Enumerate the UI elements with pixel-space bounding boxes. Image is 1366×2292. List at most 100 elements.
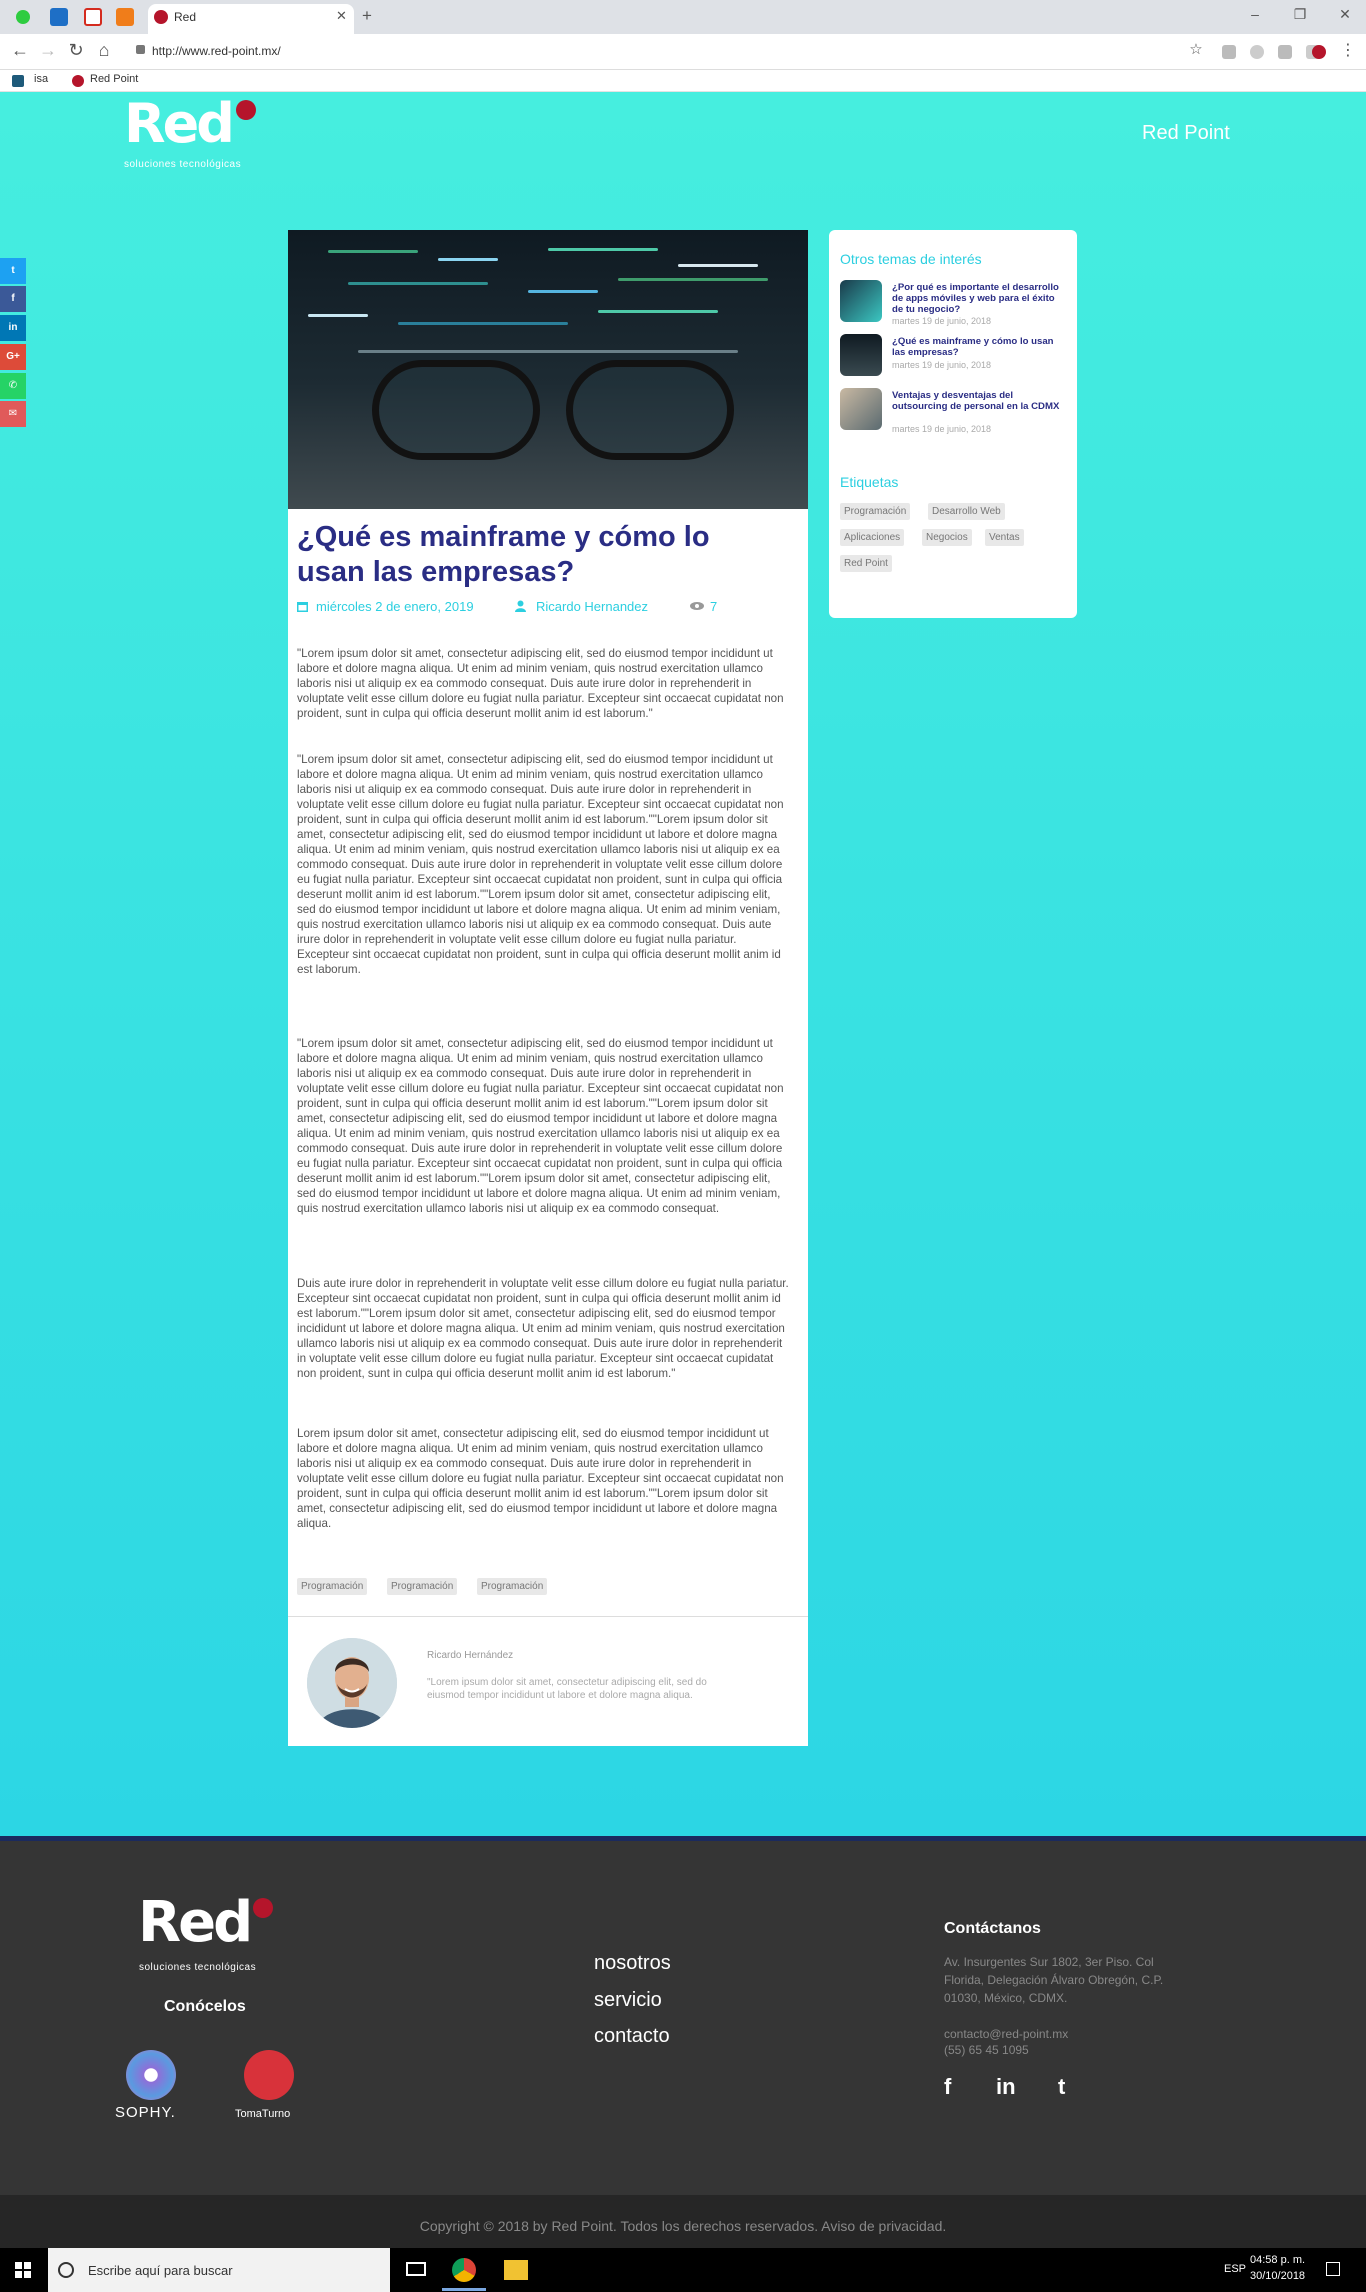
related-link[interactable]: ¿Qué es mainframe y cómo lo usan las emp…: [892, 336, 1062, 358]
home-icon[interactable]: ⌂: [92, 40, 116, 61]
share-facebook-icon[interactable]: f: [0, 286, 26, 312]
article-tag[interactable]: Programación: [297, 1578, 368, 1595]
author-divider: [288, 1616, 808, 1617]
share-google-plus-icon[interactable]: G+: [0, 344, 26, 370]
profile-avatar-icon[interactable]: [1312, 45, 1326, 59]
article-paragraph: "Lorem ipsum dolor sit amet, consectetur…: [297, 1037, 784, 1215]
related-thumbnail[interactable]: [840, 388, 882, 430]
eye-icon: [690, 602, 704, 610]
bookmark-isa-icon: [12, 75, 24, 87]
share-linkedin-icon[interactable]: in: [0, 315, 26, 341]
article-paragraph: "Lorem ipsum dolor sit amet, consectetur…: [297, 647, 784, 720]
clock-time[interactable]: 04:58 p. m.: [1250, 2254, 1305, 2266]
article-author[interactable]: Ricardo Hernandez: [536, 599, 648, 614]
lock-icon: [136, 45, 145, 54]
cortana-icon[interactable]: [58, 2262, 74, 2278]
forward-icon[interactable]: →: [36, 40, 60, 61]
article-paragraph: Lorem ipsum dolor sit amet, consectetur …: [297, 1427, 784, 1530]
article-paragraph: Duis aute irure dolor in reprehenderit i…: [297, 1277, 789, 1380]
file-explorer-icon[interactable]: [504, 2260, 528, 2280]
tab-title[interactable]: Red: [174, 10, 196, 24]
bookmark-redpoint-icon: [72, 75, 84, 87]
taskbar-search-placeholder[interactable]: Escribe aquí para buscar: [88, 2263, 233, 2278]
user-icon: [515, 600, 526, 612]
footer-nav-contacto[interactable]: contacto: [594, 2025, 670, 2048]
share-whatsapp-icon[interactable]: ✆: [0, 373, 26, 399]
header-logo-dot: [236, 100, 256, 120]
bookmark-isa[interactable]: isa: [34, 73, 48, 85]
task-view-icon[interactable]: [406, 2262, 426, 2276]
menu-kebab-icon[interactable]: ⋮: [1336, 40, 1360, 60]
extension-icon[interactable]: [1250, 45, 1264, 59]
acrobat-pinned-icon[interactable]: [84, 8, 102, 26]
clock-date[interactable]: 30/10/2018: [1250, 2270, 1305, 2282]
back-icon[interactable]: ←: [8, 40, 32, 61]
address-bar[interactable]: http://www.red-point.mx/: [152, 44, 281, 58]
sophy-label[interactable]: SOPHY.: [115, 2104, 176, 2121]
extension-icon[interactable]: [1278, 45, 1292, 59]
sidebar: Otros temas de interés ¿Por qué es impor…: [829, 230, 1077, 618]
brand-link[interactable]: Red Point: [1142, 122, 1230, 145]
reload-icon[interactable]: ↻: [64, 40, 88, 61]
linkedin-icon[interactable]: in: [996, 2074, 1016, 2100]
bookmarks-bar: isa Red Point: [0, 70, 1366, 92]
notifications-icon[interactable]: [1326, 2262, 1340, 2276]
sidebar-tag[interactable]: Red Point: [840, 555, 892, 572]
copyright: Copyright © 2018 by Red Point. Todos los…: [419, 2218, 947, 2234]
extension-icon[interactable]: [1222, 45, 1236, 59]
related-link[interactable]: Ventajas y desventajas del outsourcing d…: [892, 390, 1062, 412]
sophy-logo-icon[interactable]: [126, 2050, 176, 2100]
related-date: martes 19 de junio, 2018: [892, 424, 992, 434]
footer-logo-dot: [253, 1898, 273, 1918]
close-tab-icon[interactable]: ✕: [336, 8, 347, 24]
article-card: ¿Qué es mainframe y cómo lo usan las emp…: [288, 230, 808, 1746]
related-link[interactable]: ¿Por qué es importante el desarrollo de …: [892, 282, 1062, 315]
language-indicator[interactable]: ESP: [1224, 2263, 1246, 2275]
author-bio: "Lorem ipsum dolor sit amet, consectetur…: [427, 1677, 707, 1701]
article-title: ¿Qué es mainframe y cómo lo usan las emp…: [297, 521, 710, 588]
facebook-icon[interactable]: f: [944, 2074, 951, 2100]
share-email-icon[interactable]: ✉: [0, 401, 26, 427]
red-favicon-icon: [154, 10, 168, 24]
calendar-icon: [297, 602, 308, 612]
footer-nav-nosotros[interactable]: nosotros: [594, 1952, 671, 1975]
chrome-taskbar-icon[interactable]: [452, 2258, 476, 2282]
related-title: Otros temas de interés: [840, 251, 982, 267]
twitter-icon[interactable]: t: [1058, 2074, 1065, 2100]
footer-logo[interactable]: Red: [138, 1892, 253, 1954]
related-thumbnail[interactable]: [840, 334, 882, 376]
tomaturno-label[interactable]: TomaTurno: [235, 2108, 290, 2120]
windows-taskbar: Escribe aquí para buscar ESP 04:58 p. m.…: [0, 2248, 1366, 2292]
glasses-lens-left: [372, 360, 540, 460]
sidebar-tag[interactable]: Aplicaciones: [840, 529, 905, 546]
bookmark-star-icon[interactable]: ☆: [1184, 40, 1208, 58]
article-views: 7: [710, 599, 718, 614]
header-logo[interactable]: Red: [124, 94, 235, 154]
share-twitter-icon[interactable]: t: [0, 258, 26, 284]
sidebar-tag[interactable]: Programación: [840, 503, 911, 520]
author-name: Ricardo Hernández: [427, 1650, 514, 1661]
windows-start-icon[interactable]: [15, 2262, 31, 2278]
restore-icon[interactable]: ❐: [1285, 6, 1315, 23]
sidebar-tag[interactable]: Desarrollo Web: [928, 503, 1005, 520]
outlook-pinned-icon[interactable]: [50, 8, 68, 26]
new-tab-icon[interactable]: +: [362, 6, 372, 26]
bookmark-redpoint[interactable]: Red Point: [90, 73, 138, 85]
extension-pinned-icon[interactable]: [116, 8, 134, 26]
close-window-icon[interactable]: ✕: [1330, 6, 1360, 23]
tomaturno-logo-icon[interactable]: [244, 2050, 294, 2100]
article-tag[interactable]: Programación: [477, 1578, 548, 1595]
pinned-tab-icon[interactable]: [16, 10, 30, 24]
article-tag[interactable]: Programación: [387, 1578, 458, 1595]
minimize-icon[interactable]: –: [1240, 6, 1270, 22]
related-thumbnail[interactable]: [840, 280, 882, 322]
contact-title: Contáctanos: [944, 1920, 1041, 1937]
sidebar-tag[interactable]: Ventas: [985, 529, 1024, 546]
active-app-indicator: [442, 2288, 486, 2291]
browser-toolbar: ← → ↻ ⌂ http://www.red-point.mx/ ☆ ⋮: [0, 34, 1366, 70]
sidebar-tag[interactable]: Negocios: [922, 529, 972, 546]
footer-nav-servicio[interactable]: servicio: [594, 1989, 662, 2012]
author-avatar: [307, 1638, 397, 1728]
contact-address: Av. Insurgentes Sur 1802, 3er Piso. Col …: [944, 1955, 1164, 2005]
browser-tab-bar: Red ✕ + – ❐ ✕: [0, 0, 1366, 34]
